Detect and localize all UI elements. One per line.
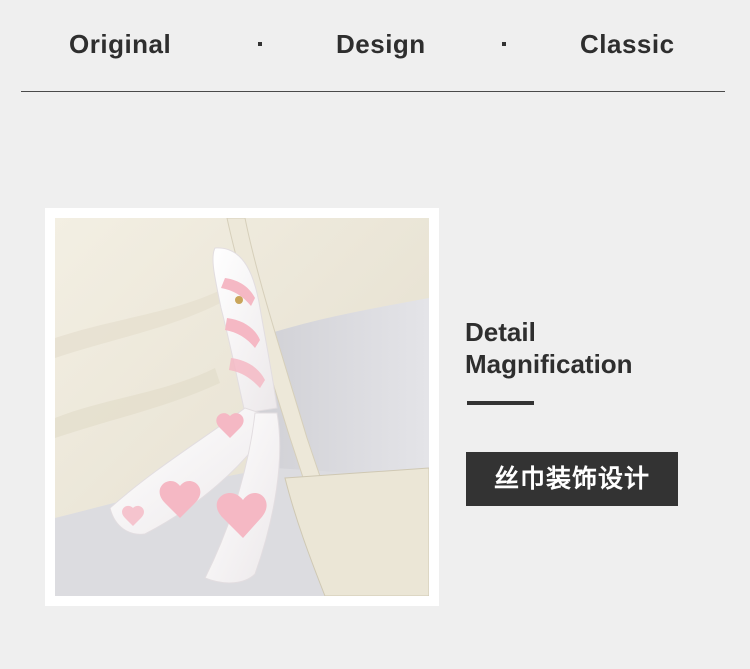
header-word-design: Design bbox=[336, 29, 426, 59]
header-word-original: Original bbox=[69, 29, 172, 59]
scarf-bag-illustration bbox=[55, 218, 429, 596]
product-photo-frame bbox=[45, 208, 439, 606]
header-word-classic: Classic bbox=[580, 29, 675, 59]
feature-badge: 丝巾装饰设计 bbox=[466, 452, 678, 506]
detail-title-line2: Magnification bbox=[465, 349, 633, 379]
separator-dot bbox=[258, 42, 262, 46]
detail-title-line1: Detail bbox=[465, 317, 536, 347]
title-underline bbox=[467, 401, 534, 405]
detail-title: Detail Magnification bbox=[465, 316, 633, 380]
header-divider bbox=[21, 91, 725, 92]
header-bar: Original Design Classic bbox=[0, 0, 750, 92]
product-photo bbox=[55, 218, 429, 596]
separator-dot bbox=[502, 42, 506, 46]
